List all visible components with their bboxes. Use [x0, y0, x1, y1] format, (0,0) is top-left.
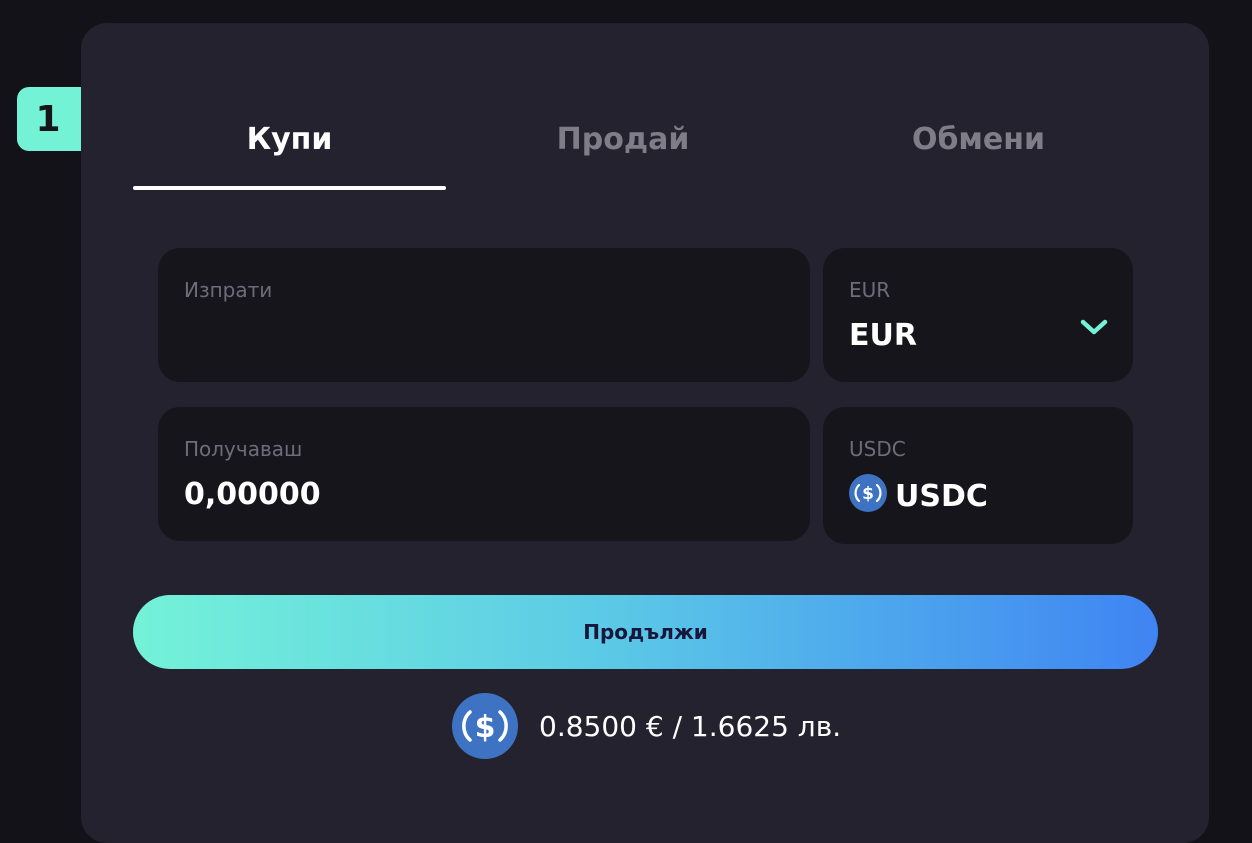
- send-amount-field[interactable]: Изпрати: [158, 248, 810, 382]
- receive-currency-value: USDC: [895, 479, 988, 514]
- exchange-card: Купи Продай Обмени Изпрати EUR EUR Получ…: [81, 23, 1209, 843]
- receive-currency-label: USDC: [849, 437, 906, 461]
- step-badge: 1: [17, 87, 83, 151]
- tab-sell[interactable]: Продай: [446, 111, 800, 191]
- chevron-down-icon[interactable]: [1079, 316, 1109, 338]
- svg-text:$: $: [475, 710, 496, 745]
- continue-button[interactable]: Продължи: [133, 595, 1158, 669]
- exchange-rate: $ 0.8500 € / 1.6625 лв.: [451, 691, 841, 761]
- send-currency-select[interactable]: EUR EUR: [823, 248, 1133, 382]
- tab-exchange[interactable]: Обмени: [800, 111, 1157, 191]
- exchange-rate-text: 0.8500 € / 1.6625 лв.: [539, 709, 842, 743]
- send-amount-input[interactable]: [184, 314, 784, 356]
- receive-amount-label: Получаваш: [184, 437, 303, 461]
- active-tab-indicator: [133, 186, 446, 190]
- tab-buy[interactable]: Купи: [133, 111, 446, 191]
- send-currency-label: EUR: [849, 278, 891, 302]
- send-amount-label: Изпрати: [184, 278, 273, 302]
- send-currency-value: EUR: [849, 318, 917, 353]
- receive-currency-select[interactable]: USDC $ USDC: [823, 407, 1133, 544]
- usdc-icon: $: [849, 474, 887, 512]
- tab-bar: Купи Продай Обмени: [133, 111, 1157, 191]
- receive-amount-value: 0,00000: [184, 477, 321, 512]
- receive-amount-field: Получаваш 0,00000: [158, 407, 810, 541]
- usdc-icon: $: [452, 693, 518, 759]
- svg-text:$: $: [862, 484, 874, 504]
